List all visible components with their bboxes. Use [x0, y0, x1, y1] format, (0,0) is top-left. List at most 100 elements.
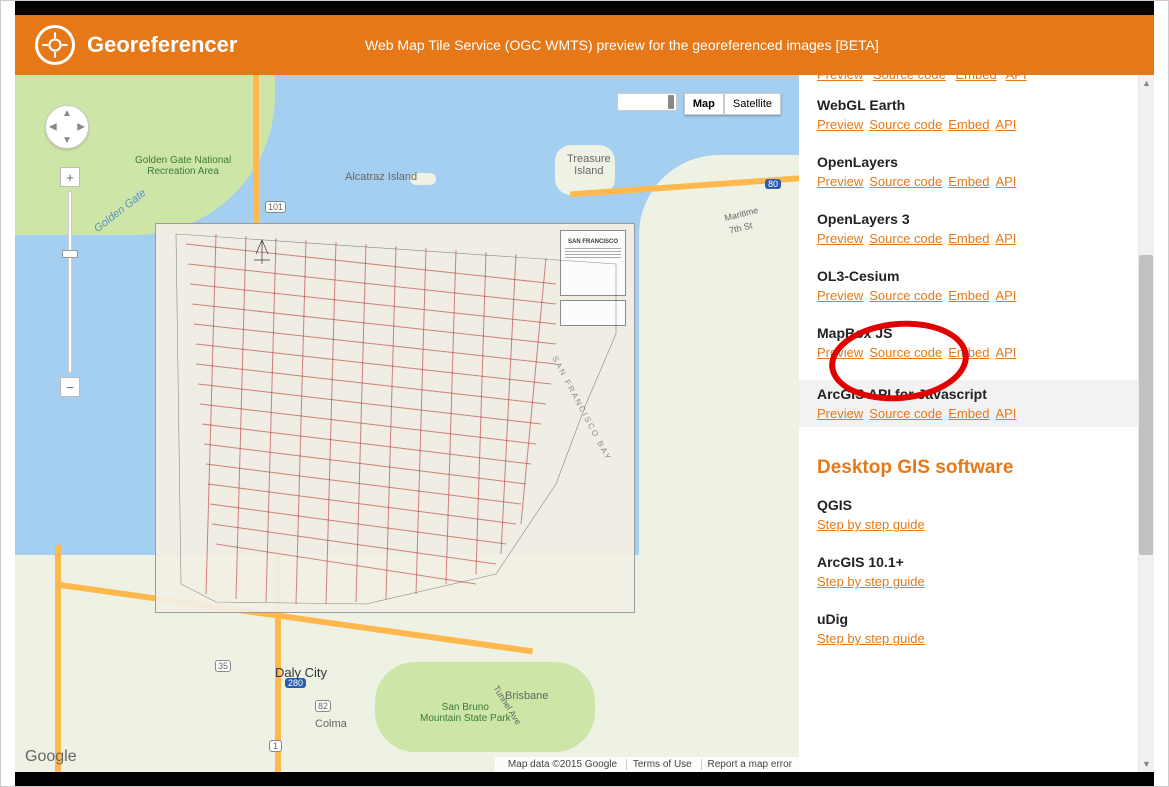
pan-down-icon[interactable]: ▼ [62, 135, 72, 146]
zoom-handle[interactable] [62, 250, 78, 258]
pan-control[interactable]: ▲ ▼ ◀ ▶ [45, 105, 89, 149]
zoom-track[interactable] [68, 191, 72, 373]
scrollbar-thumb[interactable] [1139, 255, 1153, 555]
map-attribution: Map data ©2015 Google Terms of Use Repor… [495, 757, 799, 772]
library-item: WebGL EarthPreviewSource codeEmbedAPI [817, 95, 1120, 134]
lib-link-source[interactable]: Source code [873, 75, 946, 81]
lib-link-preview[interactable]: Preview [817, 231, 863, 246]
library-links: Preview Source code Embed API [817, 231, 1120, 246]
library-links: Preview Source code Embed API [817, 174, 1120, 189]
lib-link-preview[interactable]: Preview [817, 345, 863, 360]
google-logo: Google [25, 748, 77, 766]
lib-link-api[interactable]: API [995, 406, 1016, 421]
desktop-item: ArcGIS 10.1+ Step by step guide [817, 554, 1120, 591]
map-type-toggle: Map Satellite [684, 93, 781, 115]
desktop-item-guide-link[interactable]: Step by step guide [817, 631, 925, 646]
scroll-down-icon[interactable]: ▼ [1139, 756, 1154, 772]
hwy-shield-82: 82 [315, 700, 331, 712]
desktop-item: uDig Step by step guide [817, 611, 1120, 648]
library-name: OpenLayers [817, 154, 1120, 170]
lib-link-embed[interactable]: Embed [948, 231, 989, 246]
georeferenced-overlay: SAN FRANCISCO SAN FRANCISCO BAY [155, 223, 635, 613]
library-links: Preview Source code Embed API [817, 345, 1120, 360]
lib-link-preview[interactable]: Preview [817, 288, 863, 303]
page-subtitle: Web Map Tile Service (OGC WMTS) preview … [325, 37, 879, 53]
map-label-brisbane: Brisbane [505, 690, 548, 702]
map-type-map[interactable]: Map [684, 93, 724, 115]
scrollbar-track[interactable]: ▲ ▼ [1138, 75, 1154, 772]
overlay-opacity-slider[interactable] [617, 93, 677, 111]
lib-link-preview[interactable]: Preview [817, 174, 863, 189]
zoom-in-button[interactable]: + [60, 167, 80, 187]
lib-link-source-code[interactable]: Source code [869, 345, 942, 360]
map-label-sanbruno: San BrunoMountain State Park [420, 702, 511, 724]
map-report-link[interactable]: Report a map error [701, 759, 792, 770]
library-item: OL3-Cesium Preview Source code Embed API [817, 266, 1120, 305]
logo-block[interactable]: Georeferencer [15, 15, 325, 75]
library-links: Preview Source code Embed API [817, 406, 1120, 421]
hwy-shield-80: 80 [765, 179, 781, 189]
lib-link-embed[interactable]: Embed [948, 174, 989, 189]
lib-link-source-code[interactable]: Source code [869, 406, 942, 421]
map-viewport[interactable]: Golden Gate NationalRecreation Area Alca… [15, 75, 799, 772]
pan-left-icon[interactable]: ◀ [49, 122, 57, 133]
lib-link-api[interactable]: API [995, 117, 1016, 132]
desktop-item-guide-link[interactable]: Step by step guide [817, 517, 925, 532]
zoom-slider[interactable]: + − [60, 167, 80, 397]
desktop-item-guide-link[interactable]: Step by step guide [817, 574, 925, 589]
library-item: ArcGIS API for JavascriptPreviewSource c… [799, 380, 1138, 427]
hwy-shield-1: 1 [269, 740, 282, 752]
truncated-lib-links: Preview Source code Embed API [817, 75, 1120, 81]
map-terms-link[interactable]: Terms of Use [626, 759, 692, 770]
lib-link-preview[interactable]: Preview [817, 117, 863, 132]
map-road [55, 545, 61, 772]
library-item: MapBox JS Preview Source code Embed API [817, 323, 1120, 362]
desktop-list: QGISStep by step guideArcGIS 10.1+Step b… [817, 497, 1120, 648]
lib-link-embed[interactable]: Embed [948, 345, 989, 360]
library-name: OL3-Cesium [817, 268, 1120, 284]
hwy-shield-101: 101 [265, 201, 286, 213]
app-frame: Georeferencer Web Map Tile Service (OGC … [0, 0, 1169, 787]
library-links: Preview Source code Embed API [817, 288, 1120, 303]
library-item: OpenLayers Preview Source code Embed API [817, 152, 1120, 191]
map-label-alcatraz: Alcatraz Island [345, 171, 417, 183]
library-item: OpenLayers 3 Preview Source code Embed API [817, 209, 1120, 248]
content: Georeferencer Web Map Tile Service (OGC … [15, 15, 1154, 772]
desktop-section-title: Desktop GIS software [817, 457, 1120, 479]
library-name: OpenLayers 3 [817, 211, 1120, 227]
lib-link-source-code[interactable]: Source code [869, 174, 942, 189]
lib-link-api[interactable]: API [995, 345, 1016, 360]
scroll-up-icon[interactable]: ▲ [1139, 75, 1154, 91]
crosshair-icon [35, 25, 75, 65]
lib-link-preview[interactable]: Preview [817, 75, 863, 81]
lib-link-api[interactable]: API [1006, 75, 1027, 81]
map-label-colma: Colma [315, 718, 347, 730]
lib-link-embed[interactable]: Embed [948, 117, 989, 132]
logo-text: Georeferencer [87, 32, 237, 58]
map-type-satellite[interactable]: Satellite [724, 93, 781, 115]
zoom-out-button[interactable]: − [60, 377, 80, 397]
lib-link-embed[interactable]: Embed [948, 406, 989, 421]
pan-up-icon[interactable]: ▲ [62, 108, 72, 119]
lib-link-api[interactable]: API [995, 174, 1016, 189]
lib-link-source-code[interactable]: Source code [869, 288, 942, 303]
lib-link-api[interactable]: API [995, 288, 1016, 303]
sidebar: Preview Source code Embed API WebGL Eart… [799, 75, 1154, 772]
lib-link-embed[interactable]: Embed [948, 288, 989, 303]
lib-link-source-code[interactable]: Source code [869, 231, 942, 246]
opacity-handle[interactable] [668, 95, 674, 109]
main: Golden Gate NationalRecreation Area Alca… [15, 75, 1154, 772]
lib-link-preview[interactable]: Preview [817, 406, 863, 421]
desktop-item-name: ArcGIS 10.1+ [817, 554, 1120, 570]
sidebar-scroll[interactable]: Preview Source code Embed API WebGL Eart… [799, 75, 1138, 772]
lib-link-api[interactable]: API [995, 231, 1016, 246]
desktop-item-name: uDig [817, 611, 1120, 627]
lib-link-embed[interactable]: Embed [956, 75, 997, 81]
pan-right-icon[interactable]: ▶ [77, 122, 85, 133]
header: Georeferencer Web Map Tile Service (OGC … [15, 15, 1154, 75]
letterbox-bottom [15, 772, 1154, 786]
library-list: WebGL EarthPreviewSource codeEmbedAPIOpe… [817, 95, 1120, 427]
library-name: MapBox JS [817, 325, 1120, 341]
hwy-shield-35: 35 [215, 660, 231, 672]
lib-link-source-code[interactable]: Source code [869, 117, 942, 132]
